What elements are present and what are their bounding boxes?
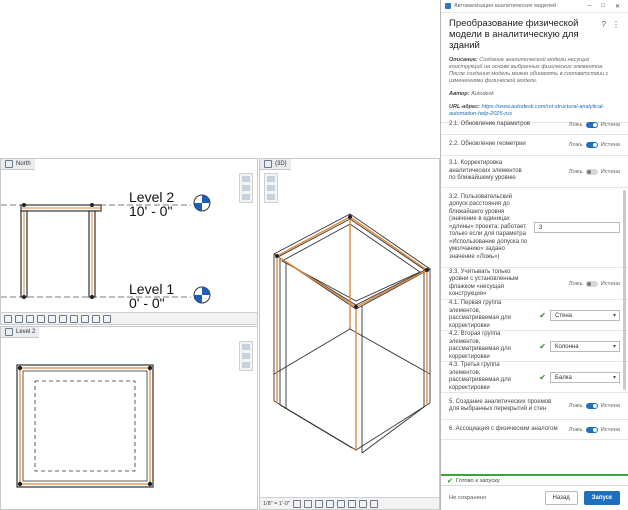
check-icon: ✔ — [539, 372, 546, 382]
setting-row: 6. Ассоциация с физическим аналогом Ложь… — [441, 420, 628, 440]
minimize-icon[interactable]: – — [588, 3, 591, 10]
level1-marker — [193, 286, 211, 304]
setting-row: 3.2. Пользовательский допуск расстояния … — [441, 188, 628, 268]
run-button[interactable]: Запуск — [583, 491, 620, 505]
setting-row: 2.1. Обновление параметров Ложь Истина — [441, 115, 628, 135]
dialog-title: Преобразование физической модели в анали… — [449, 18, 579, 51]
scrollbar[interactable] — [623, 190, 626, 390]
setting-row: 2.2. Обновление геометрии Ложь Истина — [441, 135, 628, 156]
maximize-icon[interactable]: □ — [601, 3, 605, 10]
3d-view[interactable]: {3D} 1/8" = 1'-0" — [259, 158, 440, 510]
check-icon: ✔ — [539, 310, 546, 320]
dialog-footer: Не сохранено Назад Запуск — [441, 485, 628, 510]
nav-bar-3d[interactable] — [264, 173, 278, 203]
setting-row: 4.2. Вторая группа элементов, рассматрив… — [441, 331, 628, 362]
3d-view-control-bar[interactable]: 1/8" = 1'-0" — [260, 497, 439, 509]
plan-icon — [5, 328, 13, 336]
setting-row: 4.3. Третья группа элементов, рассматрив… — [441, 362, 628, 393]
level2-marker — [193, 194, 211, 212]
level1-elevation: 0' - 0" — [129, 295, 165, 311]
tolerance-input[interactable]: 3 — [534, 222, 620, 233]
settings-list[interactable]: 2.1. Обновление параметров Ложь Истина 2.… — [441, 115, 628, 486]
app-logo-icon — [445, 3, 451, 9]
automation-dialog: Автоматизация аналитических моделей – □ … — [440, 0, 628, 510]
dialog-header: Преобразование физической модели в анали… — [441, 13, 628, 123]
setting-row: 3.3. Учитывать только уровни с установле… — [441, 268, 628, 300]
toggle-switch[interactable] — [585, 121, 598, 128]
level2-plan-drawing — [16, 364, 154, 488]
ready-check-icon: ✔ — [447, 478, 453, 485]
north-view[interactable]: North Level 2 10' - 0" Level 1 0' - 0" — [0, 158, 258, 325]
help-icon[interactable]: ? — [602, 20, 606, 29]
save-state: Не сохранено — [449, 495, 487, 501]
close-icon[interactable]: ✕ — [615, 3, 620, 10]
level2-view-tab[interactable]: Level 2 — [1, 327, 40, 338]
setting-row: 3.1. Корректировка аналитических элемент… — [441, 156, 628, 188]
description: Описание: Создание аналитической модели … — [449, 57, 609, 84]
back-button[interactable]: Назад — [544, 491, 578, 505]
group1-select[interactable]: Стена — [550, 309, 620, 321]
setting-row: 4.1. Первая группа элементов, рассматрив… — [441, 300, 628, 331]
more-options-icon[interactable]: ⋮ — [612, 20, 620, 29]
toggle-switch[interactable] — [585, 403, 598, 409]
group3-select[interactable]: Балка — [550, 371, 620, 383]
level2-elevation: 10' - 0" — [129, 203, 173, 219]
view-control-bar[interactable] — [1, 312, 257, 324]
check-icon: ✔ — [539, 341, 546, 351]
toggle-switch[interactable] — [585, 426, 598, 433]
group2-select[interactable]: Колонна — [550, 340, 620, 352]
nav-bar[interactable] — [239, 173, 253, 203]
level2-view[interactable]: Level 2 — [0, 326, 258, 510]
nav-bar-level2[interactable] — [239, 341, 253, 371]
setting-row: 5. Создание аналитических проемов для вы… — [441, 393, 628, 420]
dialog-titlebar[interactable]: Автоматизация аналитических моделей – □ … — [441, 0, 628, 13]
toggle-switch[interactable] — [585, 168, 598, 175]
toggle-switch[interactable] — [585, 142, 598, 148]
3d-icon — [264, 160, 272, 168]
author: Автор: Autodesk — [449, 91, 495, 97]
elevation-icon — [5, 160, 13, 168]
toggle-switch[interactable] — [585, 280, 598, 287]
3d-model-drawing — [273, 213, 431, 454]
